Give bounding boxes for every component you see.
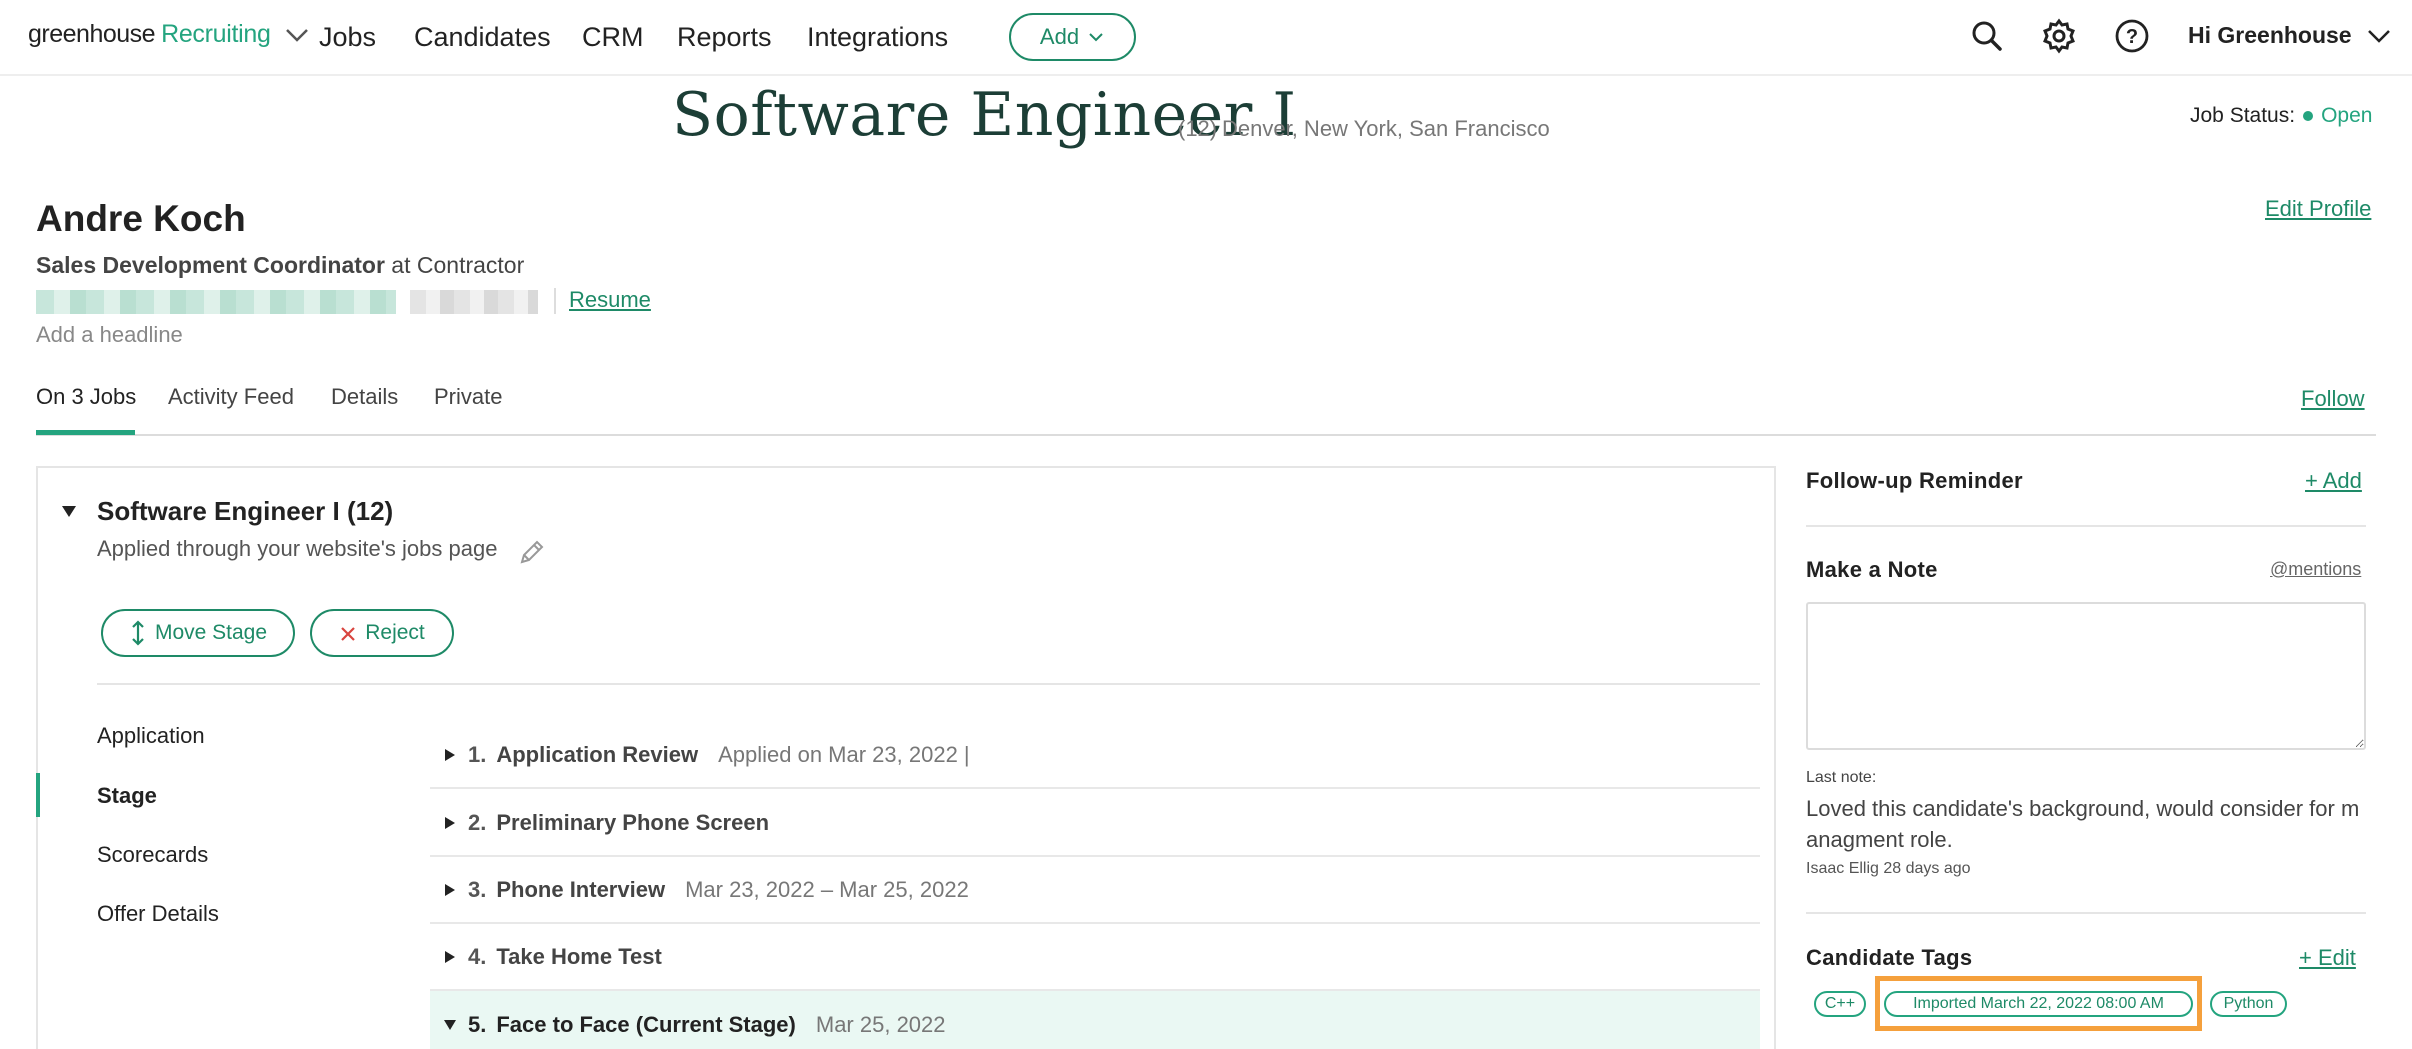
brand-name: greenhouse — [28, 20, 156, 48]
expand-arrow-icon — [445, 883, 455, 896]
brand-logo[interactable]: greenhouse Recruiting — [28, 20, 311, 49]
job-status: Job Status: Open — [2190, 104, 2372, 128]
resume-link[interactable]: Resume — [569, 287, 651, 313]
candidate-title: Sales Development Coordinator at Contrac… — [36, 252, 524, 279]
side-nav-application[interactable]: Application — [97, 723, 205, 749]
candidate-tags-title: Candidate Tags — [1806, 945, 1973, 970]
add-headline[interactable]: Add a headline — [36, 322, 183, 348]
candidate-company: at Contractor — [384, 252, 525, 278]
expand-arrow-icon — [445, 816, 455, 829]
nav-candidates[interactable]: Candidates — [414, 22, 551, 53]
candidate-role: Sales Development Coordinator — [36, 252, 385, 278]
move-stage-label: Move Stage — [154, 621, 268, 644]
mentions-link[interactable]: @mentions — [2270, 559, 2361, 580]
active-tab-indicator — [36, 430, 135, 435]
stage-name: Application Review — [496, 741, 699, 767]
stage-name: Phone Interview — [496, 876, 666, 902]
redacted-email — [36, 290, 396, 314]
stage-number: 3. — [468, 876, 487, 902]
tag-badge[interactable]: C++ — [1814, 991, 1866, 1017]
candidate-name: Andre Koch — [36, 198, 246, 239]
chevron-down-icon — [285, 28, 308, 42]
svg-text:?: ? — [2126, 26, 2138, 48]
last-note-meta: Isaac Ellig 28 days ago — [1806, 860, 1971, 877]
chevron-down-icon — [2367, 29, 2390, 43]
stage-name: Preliminary Phone Screen — [496, 809, 770, 835]
search-icon[interactable] — [1969, 18, 2005, 54]
help-icon[interactable]: ? — [2114, 18, 2150, 54]
gear-icon[interactable] — [2041, 18, 2077, 54]
stage-number: 5. — [468, 1011, 487, 1037]
profile-tabs: On 3 Jobs Activity Feed Details Private — [36, 374, 2376, 436]
tab-private[interactable]: Private — [434, 384, 502, 410]
tab-activity-feed[interactable]: Activity Feed — [168, 384, 294, 410]
user-menu[interactable]: Hi Greenhouse — [2188, 22, 2392, 49]
add-reminder-link[interactable]: + Add — [2305, 468, 2362, 494]
move-arrows-icon — [132, 620, 144, 646]
highlight-box — [1875, 976, 2202, 1031]
nav-reports[interactable]: Reports — [677, 22, 772, 53]
application-title: Software Engineer I (12) — [97, 496, 394, 526]
reject-label: Reject — [365, 621, 425, 644]
reject-button[interactable]: Reject — [310, 609, 454, 657]
stage-date: Mar 25, 2022 — [815, 1011, 946, 1037]
expand-arrow-icon — [445, 950, 455, 963]
edit-tags-link[interactable]: + Edit — [2299, 945, 2356, 971]
user-greeting: Hi Greenhouse — [2188, 22, 2352, 48]
stage-name: Face to Face (Current Stage) — [496, 1011, 796, 1037]
stage-date: Mar 23, 2022 – Mar 25, 2022 — [685, 876, 969, 902]
job-status-value: Open — [2321, 104, 2373, 127]
side-nav-offer-details[interactable]: Offer Details — [97, 901, 219, 927]
job-status-label: Job Status: — [2190, 104, 2296, 127]
follow-link[interactable]: Follow — [2301, 386, 2365, 412]
close-icon — [341, 627, 356, 641]
divider — [1806, 912, 2366, 914]
nav-integrations[interactable]: Integrations — [807, 22, 948, 53]
collapse-caret-icon[interactable] — [60, 503, 78, 519]
tab-on-jobs[interactable]: On 3 Jobs — [36, 384, 136, 410]
tag-badge[interactable]: Python — [2210, 991, 2287, 1017]
stage-row[interactable]: 2. Preliminary Phone Screen — [430, 790, 1760, 857]
active-section-indicator — [36, 773, 40, 817]
top-nav: greenhouse Recruiting Jobs Candidates CR… — [0, 0, 2412, 76]
application-source: Applied through your website's jobs page — [97, 536, 498, 561]
stage-number: 2. — [468, 809, 487, 835]
redacted-phone — [410, 290, 538, 314]
divider — [97, 683, 1760, 685]
side-nav-scorecards[interactable]: Scorecards — [97, 842, 208, 868]
stage-row-current[interactable]: 5. Face to Face (Current Stage) Mar 25, … — [430, 991, 1760, 1049]
move-stage-button[interactable]: Move Stage — [101, 609, 295, 657]
status-dot-icon — [2303, 111, 2314, 121]
pencil-icon[interactable] — [516, 538, 546, 568]
job-count: (12) — [1178, 116, 1218, 141]
collapse-arrow-icon — [444, 1019, 456, 1030]
side-nav-stage[interactable]: Stage — [97, 783, 157, 809]
tab-details[interactable]: Details — [331, 384, 398, 410]
chevron-down-icon — [1089, 33, 1103, 42]
add-button-label: Add — [1039, 24, 1080, 49]
last-note-text: Loved this candidate's background, would… — [1806, 796, 2360, 852]
job-locations: Denver, New York, San Francisco — [1222, 116, 1550, 141]
last-note-label: Last note: — [1806, 769, 1877, 786]
stage-name: Take Home Test — [496, 943, 662, 969]
add-button[interactable]: Add — [1009, 13, 1136, 61]
note-input[interactable] — [1806, 602, 2366, 750]
divider — [554, 288, 556, 314]
stage-row[interactable]: 4. Take Home Test — [430, 924, 1760, 991]
stage-date: Applied on Mar 23, 2022 | — [718, 741, 970, 767]
brand-product: Recruiting — [161, 20, 271, 48]
stage-row[interactable]: 3. Phone Interview Mar 23, 2022 – Mar 25… — [430, 857, 1760, 924]
expand-arrow-icon — [445, 748, 455, 761]
edit-profile-link[interactable]: Edit Profile — [2265, 196, 2371, 222]
stage-row[interactable]: 1. Application Review Applied on Mar 23,… — [430, 722, 1760, 789]
divider — [1806, 525, 2366, 527]
nav-crm[interactable]: CRM — [582, 22, 644, 53]
nav-jobs[interactable]: Jobs — [319, 22, 376, 53]
stage-number: 1. — [468, 741, 487, 767]
stage-number: 4. — [468, 943, 487, 969]
make-note-title: Make a Note — [1806, 557, 1938, 582]
follow-up-reminder-title: Follow-up Reminder — [1806, 468, 2023, 493]
